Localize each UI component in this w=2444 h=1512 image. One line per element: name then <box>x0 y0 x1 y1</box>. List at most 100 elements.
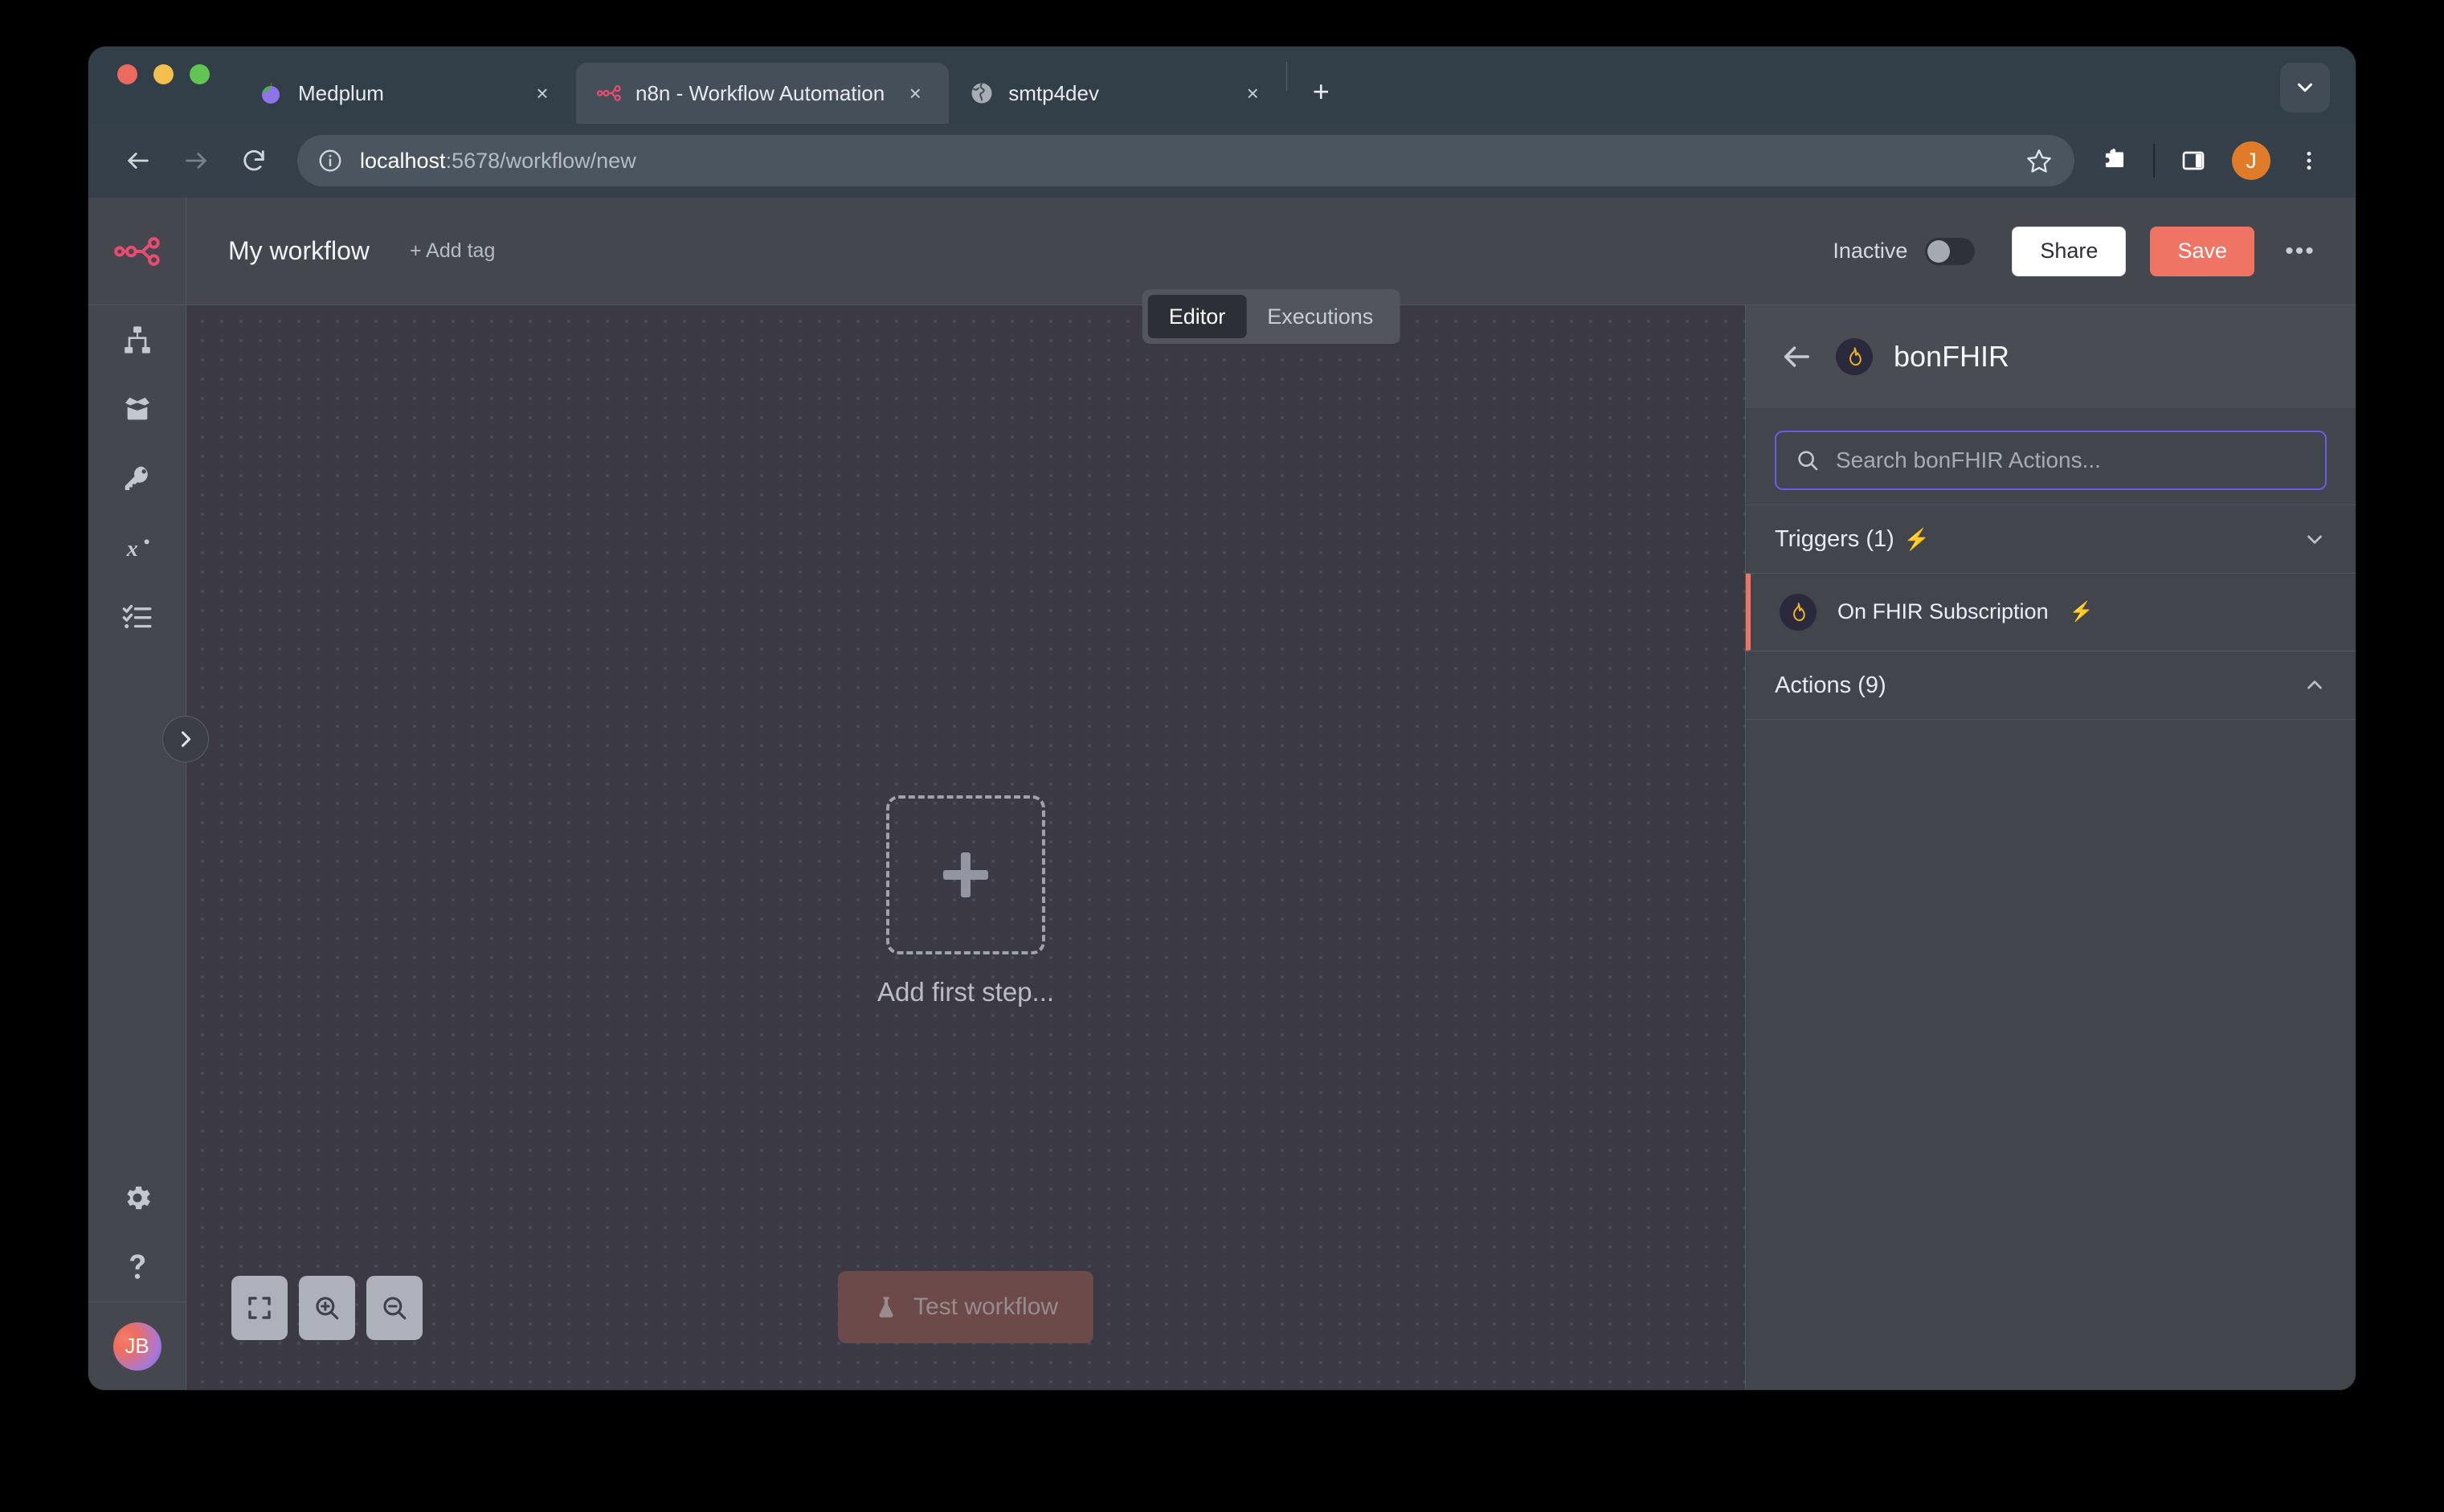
forward-button[interactable] <box>170 135 222 186</box>
back-button[interactable] <box>112 135 164 186</box>
n8n-app: x JB My workflow + Add tag Inactive Shar… <box>88 198 2356 1390</box>
nodes-panel-search-wrap <box>1746 408 2356 505</box>
page-title[interactable]: My workflow <box>228 236 370 266</box>
variable-x-icon: x <box>121 531 153 563</box>
side-panel-icon <box>2180 148 2206 174</box>
sidebar-item-help[interactable] <box>88 1232 186 1302</box>
plus-icon <box>943 852 988 897</box>
tab-executions[interactable]: Executions <box>1246 295 1394 338</box>
nodes-panel-header: bonFHIR <box>1746 305 2356 408</box>
left-sidebar: x JB <box>88 198 209 1390</box>
sidebar-bottom: JB <box>88 1163 186 1390</box>
sitemap-icon <box>121 324 153 356</box>
new-tab-button[interactable]: + <box>1298 69 1343 114</box>
chevron-up-icon[interactable] <box>2303 673 2327 697</box>
checklist-icon <box>121 600 153 632</box>
browser-tabs: Medplum × n8n - Workflow Automation × sm… <box>239 47 1343 124</box>
browser-tab-title: n8n - Workflow Automation <box>636 80 885 105</box>
magnifier-minus-icon <box>381 1294 408 1322</box>
browser-tab-strip: Medplum × n8n - Workflow Automation × sm… <box>88 47 2356 124</box>
tab-search-button[interactable] <box>2280 63 2330 112</box>
open-box-icon <box>121 393 153 425</box>
gear-icon <box>121 1182 153 1214</box>
reload-icon <box>240 147 268 174</box>
bookmark-button[interactable] <box>2017 138 2062 183</box>
nodes-panel-title: bonFHIR <box>1894 340 2010 373</box>
arrow-right-icon <box>182 147 210 174</box>
section-header-actions[interactable]: Actions (9) <box>1746 651 2356 720</box>
add-first-step-label: Add first step... <box>877 977 1055 1007</box>
toggle-knob <box>1927 239 1951 263</box>
panel-back-button[interactable] <box>1778 338 1815 375</box>
browser-menu-button[interactable] <box>2287 138 2332 183</box>
close-tab-button[interactable]: × <box>899 77 931 109</box>
chevron-down-icon[interactable] <box>2303 527 2327 551</box>
globe-icon <box>970 81 994 105</box>
url-bar[interactable]: localhost:5678/workflow/new <box>297 135 2074 186</box>
sidebar-item-settings[interactable] <box>88 1163 186 1232</box>
close-tab-button[interactable]: × <box>526 77 558 109</box>
add-tag-button[interactable]: + Add tag <box>410 239 495 263</box>
search-icon <box>1796 448 1820 472</box>
sidebar-item-credentials[interactable] <box>88 443 186 513</box>
extensions-button[interactable] <box>2092 138 2137 183</box>
sidebar-expand-button[interactable] <box>162 716 209 762</box>
workflow-main: My workflow + Add tag Inactive Share Sav… <box>186 198 2356 1390</box>
n8n-icon <box>597 81 621 105</box>
workflow-activate-toggle[interactable] <box>1925 237 1976 265</box>
fit-screen-icon <box>246 1294 273 1322</box>
toolbar-separator <box>2153 144 2155 178</box>
sidebar-item-variables[interactable]: x <box>88 513 186 582</box>
flask-icon <box>873 1294 899 1320</box>
canvas-and-panel: Add first step... Test workflow bonFHIR … <box>186 305 2356 1390</box>
browser-address-bar: localhost:5678/workflow/new J <box>88 124 2356 198</box>
arrow-left-icon <box>125 147 152 174</box>
bonfhir-flame-icon <box>1780 593 1817 631</box>
workflow-canvas[interactable]: Add first step... Test workflow <box>186 305 1745 1390</box>
sidebar-item-templates[interactable] <box>88 374 186 443</box>
nodes-panel: bonFHIR Search bonFHIR Actions... Trigge… <box>1745 305 2356 1390</box>
browser-tab-n8n[interactable]: n8n - Workflow Automation × <box>576 63 950 124</box>
share-button[interactable]: Share <box>2012 226 2127 276</box>
zoom-out-button[interactable] <box>366 1276 423 1340</box>
side-panel-button[interactable] <box>2171 138 2216 183</box>
sidebar-user-section: JB <box>88 1302 186 1390</box>
avatar[interactable]: JB <box>112 1322 161 1371</box>
sidebar-item-overview[interactable] <box>88 305 186 374</box>
browser-tab-medplum[interactable]: Medplum × <box>239 63 576 124</box>
chevron-right-icon <box>174 728 197 750</box>
profile-avatar[interactable]: J <box>2232 141 2270 180</box>
n8n-logo[interactable] <box>88 198 186 305</box>
maximize-window-button[interactable] <box>190 63 210 84</box>
search-input[interactable] <box>1836 447 2306 473</box>
magnifier-plus-icon <box>313 1294 341 1322</box>
three-dots-vertical-icon <box>2297 149 2321 173</box>
close-window-button[interactable] <box>117 63 137 84</box>
search-box[interactable] <box>1775 431 2327 490</box>
close-tab-button[interactable]: × <box>1236 77 1269 109</box>
browser-tab-smtp4dev[interactable]: smtp4dev × <box>949 63 1286 124</box>
info-circle-icon[interactable] <box>315 145 345 176</box>
test-workflow-button[interactable]: Test workflow <box>837 1271 1094 1343</box>
url-text: localhost:5678/workflow/new <box>360 148 636 173</box>
node-label: On FHIR Subscription <box>1837 599 2049 623</box>
workflow-more-menu-button[interactable]: ••• <box>2278 230 2322 273</box>
browser-tab-title: Medplum <box>298 80 384 105</box>
add-first-step[interactable]: Add first step... <box>877 795 1054 1007</box>
browser-tab-title: smtp4dev <box>1008 80 1099 105</box>
test-workflow-label: Test workflow <box>913 1293 1059 1320</box>
reload-button[interactable] <box>228 135 280 186</box>
chevron-down-icon <box>2293 76 2317 100</box>
question-mark-icon <box>121 1251 153 1283</box>
key-icon <box>121 462 153 494</box>
window-traffic-lights <box>117 47 210 124</box>
add-first-step-button[interactable] <box>886 795 1045 954</box>
sidebar-item-executions[interactable] <box>88 582 186 651</box>
section-header-triggers[interactable]: Triggers (1) ⚡ <box>1746 505 2356 574</box>
tab-editor[interactable]: Editor <box>1147 295 1247 338</box>
list-item[interactable]: On FHIR Subscription ⚡ <box>1746 574 2356 651</box>
save-button[interactable]: Save <box>2150 226 2254 276</box>
minimize-window-button[interactable] <box>153 63 174 84</box>
zoom-in-button[interactable] <box>299 1276 355 1340</box>
zoom-to-fit-button[interactable] <box>231 1276 288 1340</box>
